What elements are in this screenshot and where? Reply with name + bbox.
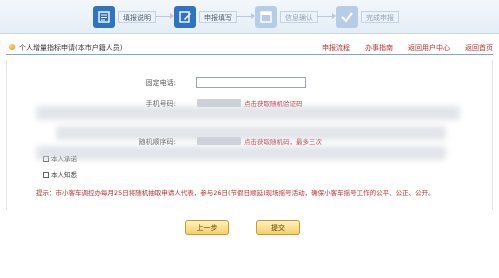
- step-confirm-info: 信息确认: [255, 5, 318, 29]
- acknowledge-checkbox[interactable]: [43, 172, 49, 178]
- phone-input[interactable]: [196, 77, 306, 88]
- book-icon: [93, 6, 115, 28]
- link-user-center[interactable]: 返回用户中心: [408, 43, 450, 53]
- header-links: 申报流程 办事指南 返回用户中心 返回首页: [307, 43, 493, 53]
- submit-button[interactable]: 提交: [256, 220, 300, 235]
- section-header: 个人增量指标申请(本市户籍人员) 申报流程 办事指南 返回用户中心 返回首页: [6, 40, 493, 55]
- step-fill-instructions: 填报说明: [93, 5, 156, 29]
- step-complete: 完成申报: [336, 5, 399, 29]
- edit-form-icon: [174, 6, 196, 28]
- acknowledge-label: 本人知悉: [51, 171, 77, 179]
- random-code-label: 随机顺序码:: [138, 138, 176, 146]
- acknowledge-row[interactable]: 本人知悉: [43, 169, 77, 179]
- orange-dot-icon: [9, 44, 15, 50]
- checkmark-icon: [336, 6, 358, 28]
- step-arrow: [236, 13, 255, 19]
- tip-text: 提示：市小客车调控办每月25日将随机抽取申请人代表，参与26日(节假日顺延)现场…: [36, 189, 435, 197]
- step-arrow: [317, 13, 336, 19]
- pledge-checkbox[interactable]: [43, 156, 49, 162]
- step-progress-bar: 填报说明 申报填写 信息确认 完成申报: [0, 0, 499, 34]
- window-icon: [255, 6, 277, 28]
- step-label: 填报说明: [118, 11, 156, 23]
- step-label: 信息确认: [280, 11, 318, 23]
- link-apply-process[interactable]: 申报流程: [322, 43, 350, 53]
- pledge-label: 本人承诺: [51, 155, 77, 163]
- link-service-guide[interactable]: 办事指南: [365, 43, 393, 53]
- random-code-value-masked: [197, 137, 241, 145]
- page-title: 个人增量指标申请(本市户籍人员): [19, 44, 123, 52]
- step-arrow: [155, 13, 174, 19]
- previous-step-button[interactable]: 上一步: [185, 220, 229, 235]
- step-label: 完成申报: [361, 11, 399, 23]
- mobile-value-masked: [197, 99, 241, 107]
- step-fill-application: 申报填写: [174, 5, 237, 29]
- get-random-code-link[interactable]: 点击获取随机码，最多三次: [244, 136, 322, 146]
- phone-label: 固定电话:: [145, 79, 176, 87]
- step-label: 申报填写: [199, 11, 237, 23]
- link-home[interactable]: 返回首页: [465, 43, 493, 53]
- mobile-label: 手机号码:: [145, 100, 176, 108]
- pledge-row[interactable]: 本人承诺: [43, 153, 77, 163]
- get-verification-code-link[interactable]: 点击获取随机验证码: [244, 98, 303, 108]
